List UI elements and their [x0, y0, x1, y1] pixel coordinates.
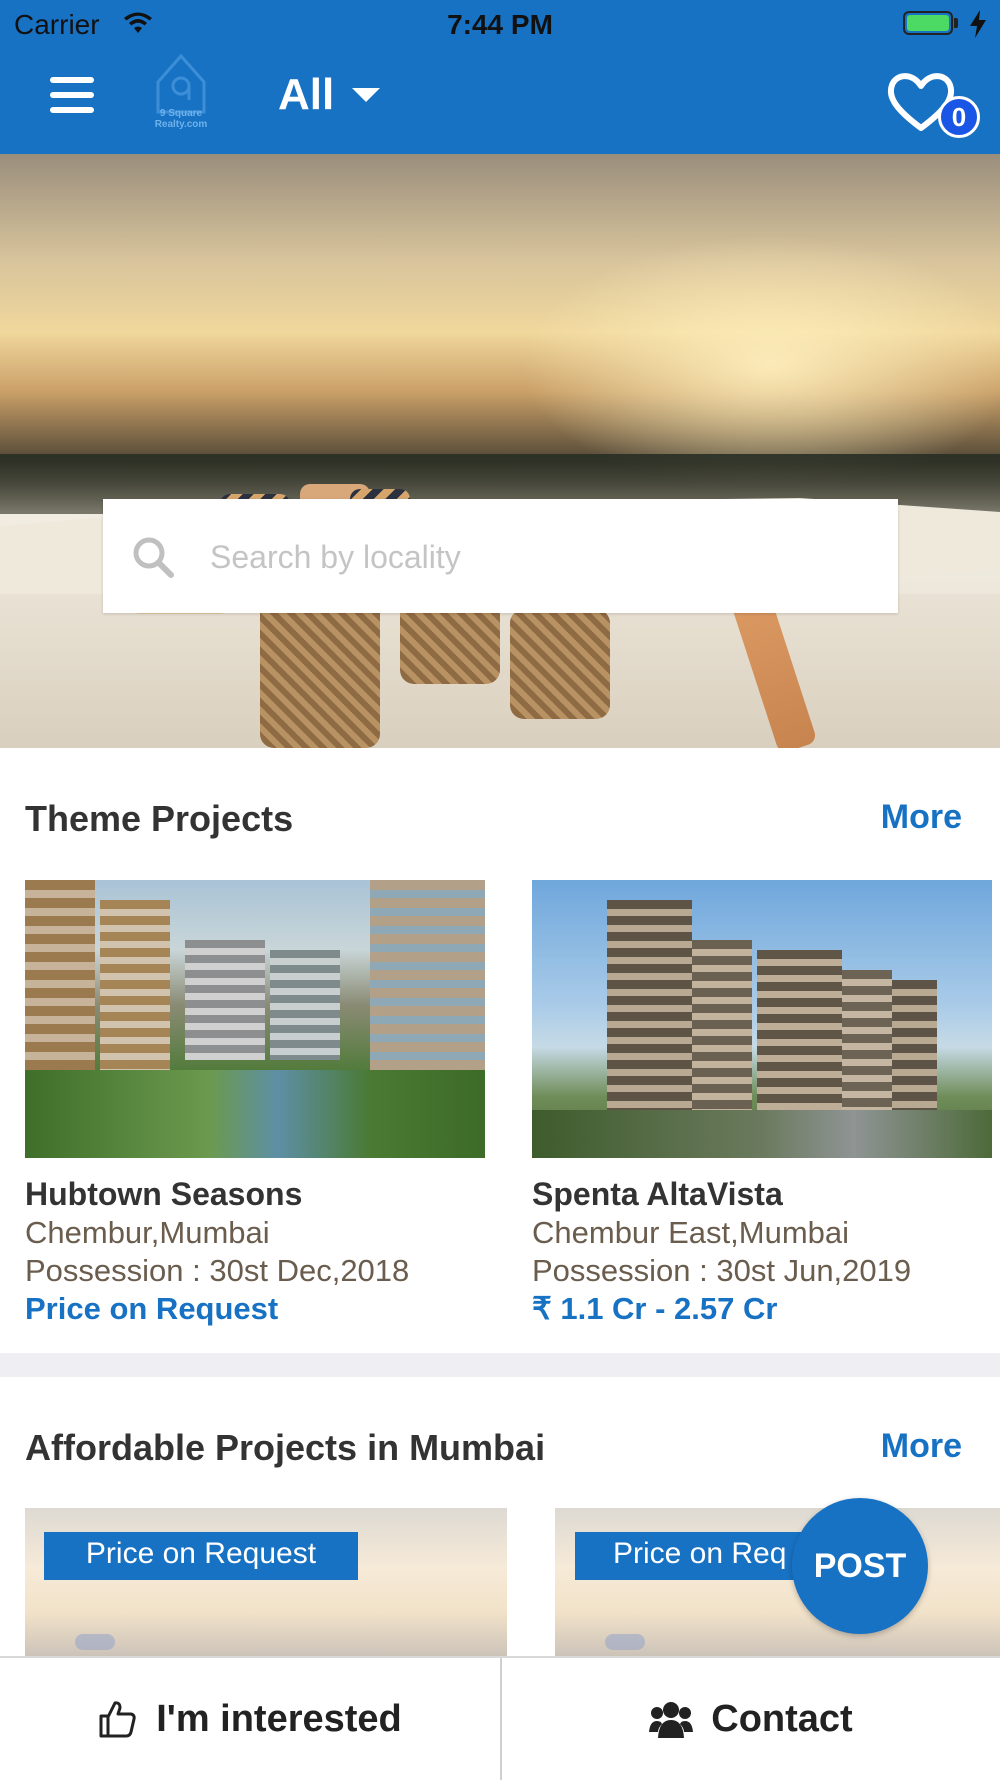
- theme-projects-title: Theme Projects: [25, 798, 294, 839]
- search-bar[interactable]: [103, 499, 898, 613]
- search-input[interactable]: [208, 529, 862, 585]
- project-possession: Possession : 30st Jun,2019: [532, 1253, 912, 1288]
- status-bar: Carrier 7:44 PM: [0, 0, 1000, 50]
- project-price: ₹ 1.1 Cr - 2.57 Cr: [532, 1291, 778, 1326]
- affordable-projects-title: Affordable Projects in Mumbai: [25, 1427, 546, 1468]
- bottom-action-bar: I'm interested Contact: [0, 1656, 1000, 1780]
- caret-down-icon[interactable]: [352, 88, 380, 102]
- project-name: Hubtown Seasons: [25, 1176, 303, 1212]
- menu-icon[interactable]: [50, 77, 94, 117]
- interested-button[interactable]: I'm interested: [0, 1658, 500, 1780]
- favorites-count-badge: 0: [938, 96, 980, 138]
- section-divider: [0, 1353, 1000, 1377]
- interested-label: I'm interested: [156, 1697, 402, 1740]
- contact-label: Contact: [711, 1697, 853, 1740]
- thumbs-up-icon: [99, 1701, 136, 1738]
- charging-icon: [970, 10, 986, 38]
- project-price: Price on Request: [25, 1291, 279, 1326]
- affordable-projects-more-link[interactable]: More: [881, 1427, 962, 1466]
- contact-button[interactable]: Contact: [502, 1658, 1000, 1780]
- price-tag: Price on Request: [44, 1532, 358, 1580]
- hero-banner: [0, 154, 1000, 748]
- affordable-project-card[interactable]: Price on Request: [25, 1508, 507, 1656]
- project-name: Spenta AltaVista: [532, 1176, 783, 1212]
- project-card-hubtown[interactable]: Hubtown Seasons Chembur,Mumbai Possessio…: [25, 880, 485, 1327]
- top-navbar: 9 Square Realty.com All 0: [0, 50, 1000, 154]
- project-possession: Possession : 30st Dec,2018: [25, 1253, 410, 1288]
- price-tag: Price on Req: [575, 1532, 815, 1580]
- project-location: Chembur East,Mumbai: [532, 1215, 850, 1250]
- theme-projects-more-link[interactable]: More: [881, 798, 962, 837]
- category-filter-label[interactable]: All: [278, 70, 334, 120]
- clock: 7:44 PM: [447, 9, 553, 40]
- battery-icon: [903, 11, 953, 35]
- post-button[interactable]: POST: [792, 1498, 928, 1634]
- search-icon: [133, 537, 174, 578]
- affordable-project-card[interactable]: Price on Req: [555, 1508, 1000, 1656]
- logo-text: 9 Square Realty.com: [154, 108, 208, 130]
- group-icon: [649, 1702, 694, 1738]
- project-image[interactable]: [25, 880, 485, 1158]
- project-card-spenta[interactable]: Spenta AltaVista Chembur East,Mumbai Pos…: [532, 880, 992, 1327]
- project-location: Chembur,Mumbai: [25, 1215, 270, 1250]
- project-image[interactable]: [532, 880, 992, 1158]
